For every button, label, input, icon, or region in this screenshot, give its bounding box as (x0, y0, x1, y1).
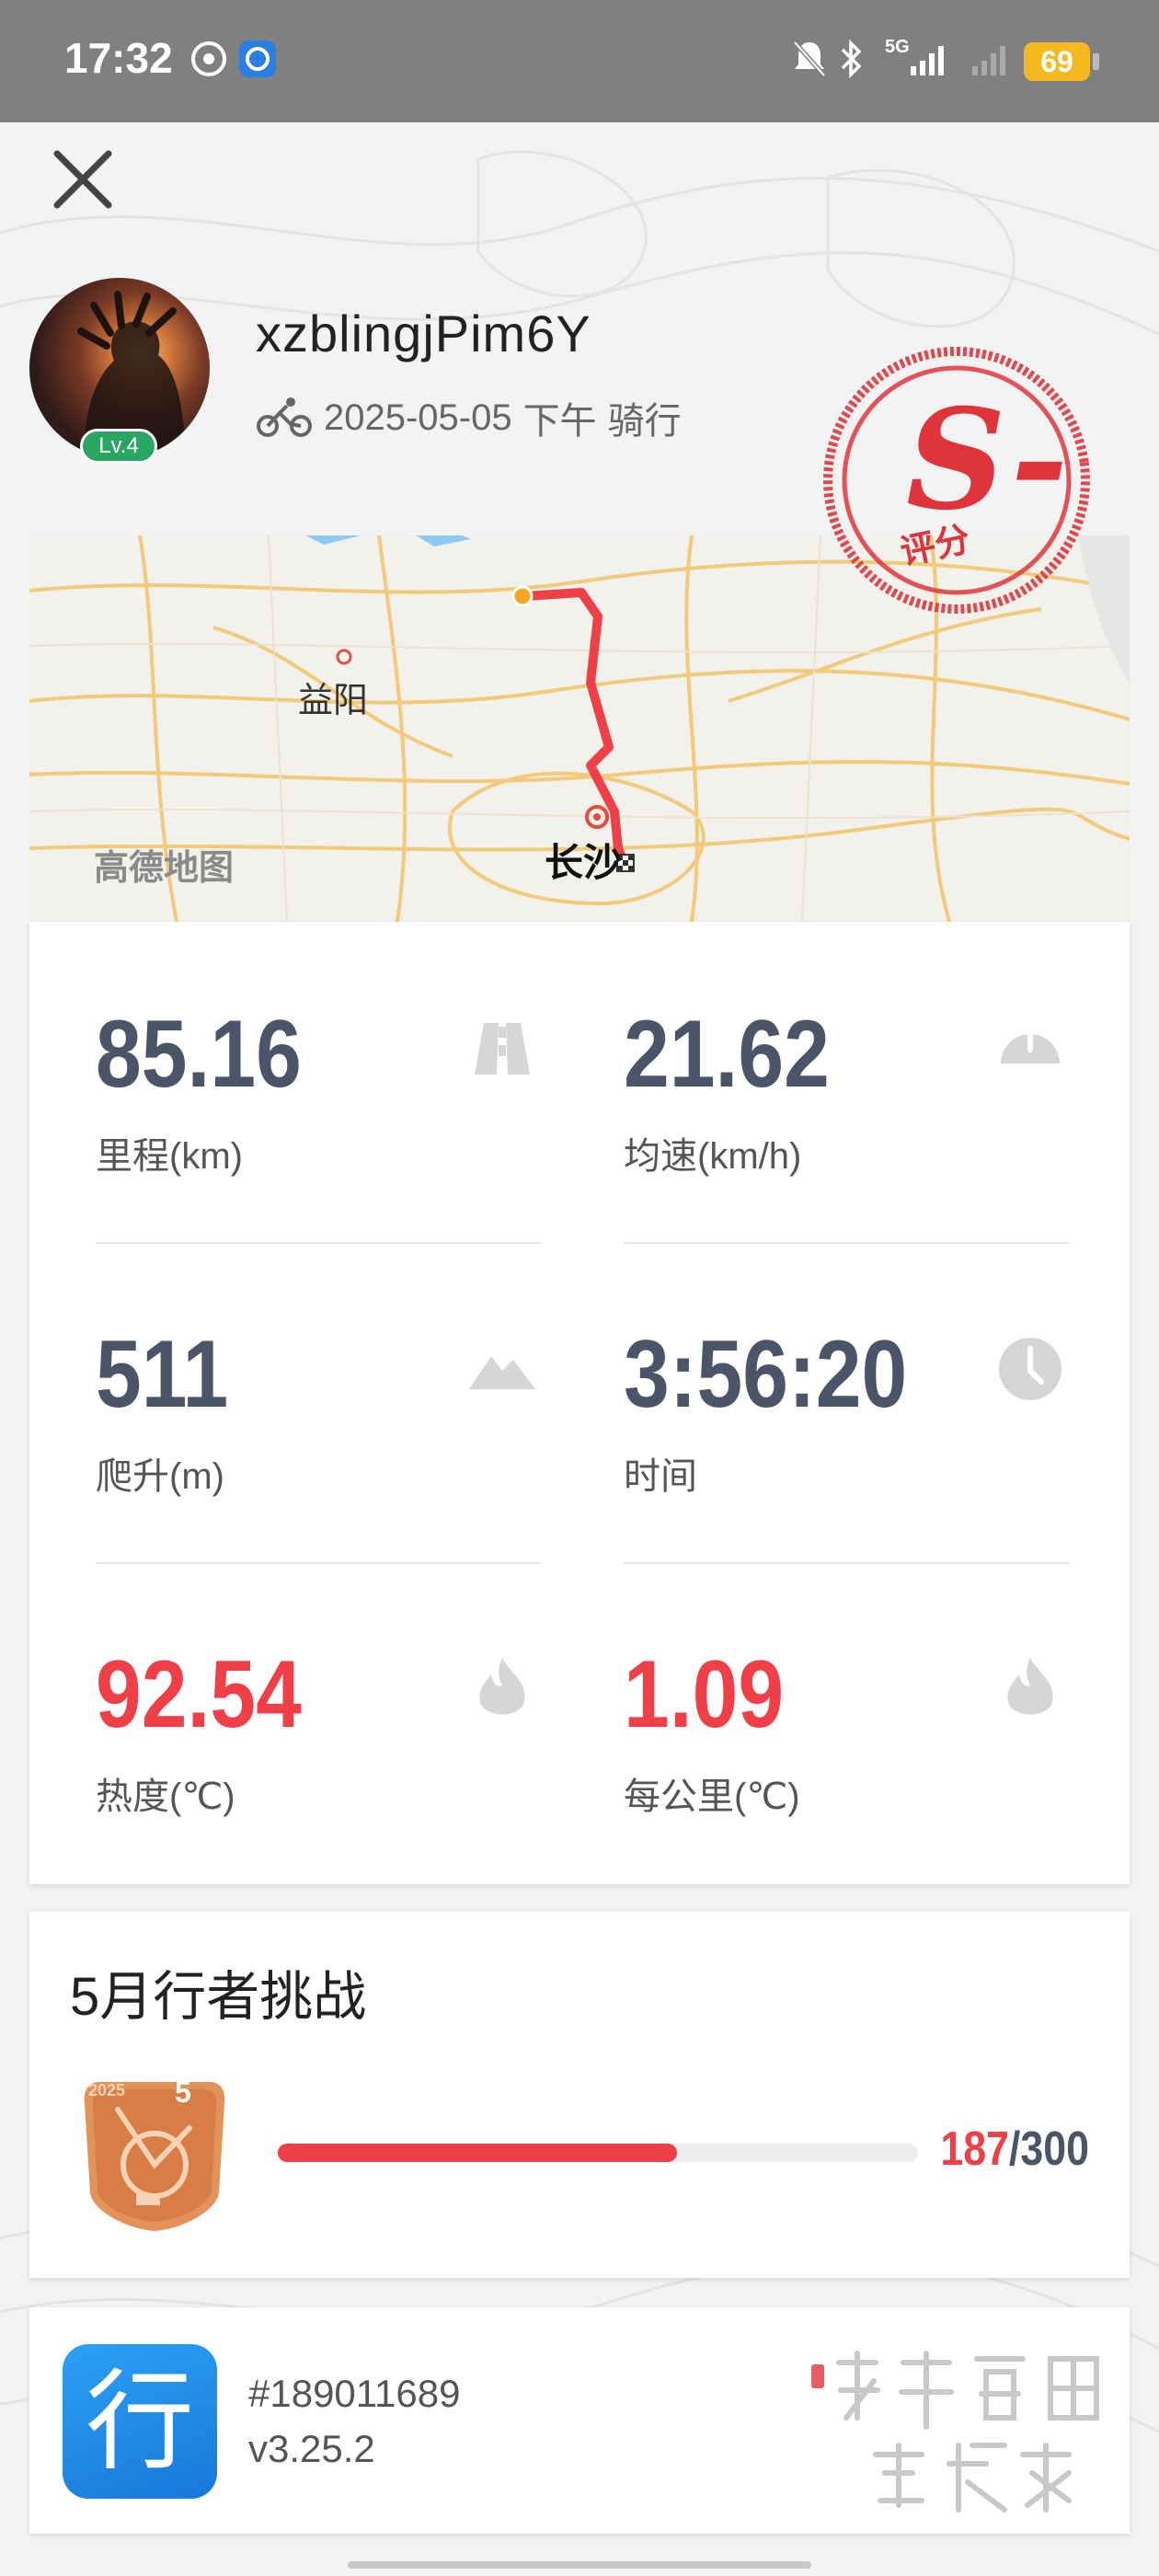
stat-value: 85.16 (96, 1001, 302, 1108)
grade-stamp: S- 评分 (819, 342, 1095, 618)
username: xzblingjPim6Y (256, 305, 591, 362)
challenge-total: 300 (1020, 2122, 1089, 2176)
stat-elevation: 511 爬升(m) (96, 1242, 537, 1546)
activity-type: 骑行 (607, 401, 682, 442)
stat-value: 92.54 (96, 1641, 302, 1748)
network-type-label: 5G (885, 37, 910, 57)
stat-avg-speed: 21.62 均速(km/h) (624, 922, 1065, 1225)
flame-icon (479, 1658, 525, 1715)
stat-label: 爬升(m) (96, 1456, 224, 1497)
map-city-label-changsha: 长沙 (545, 840, 623, 885)
stat-label: 时间 (624, 1456, 697, 1497)
stat-value: 21.62 (624, 1001, 830, 1108)
home-indicator[interactable] (348, 2561, 811, 2569)
app-info-card: 行 #189011689 v3.25.2 (29, 2307, 1130, 2534)
speedometer-icon (1001, 1032, 1060, 1064)
map-city-label-yiyang: 益阳 (298, 680, 369, 720)
stat-heat-per-km: 1.09 每公里(℃) (624, 1562, 1065, 1866)
status-bar: 17:32 5G 69 (0, 0, 1159, 122)
medal-month: 5 (175, 2076, 191, 2109)
close-button[interactable] (46, 143, 120, 216)
challenge-card[interactable]: 5月行者挑战 2025 5 187/300 (29, 1912, 1130, 2278)
challenge-progress-bar (278, 2144, 918, 2162)
stat-value: 1.09 (624, 1641, 785, 1748)
signal-strength-secondary-icon (972, 46, 1005, 75)
activity-date: 2025-05-05 (324, 397, 512, 438)
signal-strength-icon (911, 46, 944, 75)
stat-label: 里程(km) (96, 1136, 243, 1177)
record-id: #189011689 (248, 2372, 461, 2415)
stat-heat: 92.54 热度(℃) (96, 1562, 537, 1866)
stat-value: 511 (96, 1321, 229, 1428)
map-provider-logo: 高德地图 (94, 847, 235, 888)
mute-bell-icon (793, 40, 826, 77)
app-notification-icon (191, 41, 226, 76)
app-version: v3.25.2 (248, 2427, 375, 2470)
challenge-separator: / (1008, 2122, 1021, 2176)
stat-label: 每公里(℃) (624, 1777, 800, 1817)
challenge-progress-text: 187/300 (940, 2122, 1089, 2177)
battery-indicator: 69 (1024, 42, 1099, 81)
bluetooth-icon (841, 39, 862, 79)
stat-label: 均速(km/h) (624, 1136, 802, 1177)
mountain-icon (469, 1356, 535, 1389)
challenge-title: 5月行者挑战 (70, 1967, 367, 2027)
bicycle-icon (257, 397, 312, 437)
status-time: 17:32 (64, 34, 173, 82)
challenge-current: 187 (940, 2122, 1009, 2176)
stat-distance: 85.16 里程(km) (96, 922, 537, 1225)
medal-year: 2025 (88, 2081, 126, 2099)
challenge-progress-fill (278, 2144, 677, 2162)
app-notification-icon (239, 40, 276, 77)
clock-icon (999, 1338, 1061, 1400)
stat-value: 3:56:20 (624, 1321, 908, 1428)
level-badge: Lv.4 (80, 429, 157, 464)
stat-label: 热度(℃) (96, 1777, 235, 1817)
flame-icon (1007, 1658, 1053, 1715)
app-logo-icon: 行 (63, 2344, 217, 2499)
road-icon (475, 1023, 530, 1075)
stat-duration: 3:56:20 时间 (624, 1242, 1065, 1546)
calligraphy-watermark (811, 2351, 1099, 2513)
activity-period: 下午 (522, 401, 597, 442)
activity-meta: 2025-05-05 下午 骑行 (256, 391, 682, 444)
stats-card: 85.16 里程(km) 21.62 均速(km/h) 511 爬升(m) 3:… (29, 922, 1130, 1884)
